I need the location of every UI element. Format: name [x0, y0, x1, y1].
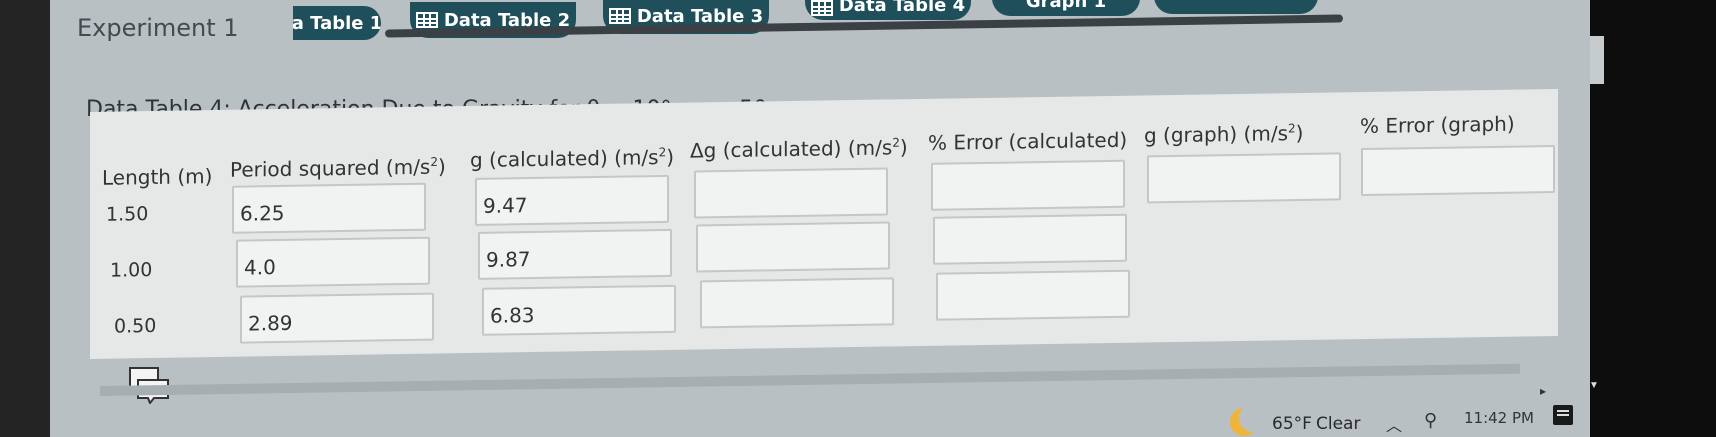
- error-calculated-input[interactable]: [931, 159, 1125, 211]
- scroll-right-arrow-icon[interactable]: ▸: [1540, 384, 1546, 398]
- weather-condition[interactable]: Clear: [1316, 414, 1360, 434]
- right-bezel: [1590, 0, 1716, 437]
- col-header-error-graph: % Error (graph): [1360, 111, 1515, 139]
- error-calculated-input[interactable]: [936, 269, 1130, 321]
- experiment-title: Experiment 1: [77, 14, 239, 42]
- row-length: 1.00: [110, 259, 153, 282]
- tab-label: Data Table 4: [838, 0, 966, 16]
- vertical-scrollbar-thumb[interactable]: [1590, 36, 1604, 84]
- table-icon: [608, 8, 631, 24]
- col-header-period-squared: Period squared (m/s2): [230, 154, 446, 182]
- row-length: 1.50: [106, 203, 149, 226]
- tab-graph-1[interactable]: Graph 1: [992, 0, 1140, 16]
- g-graph-input[interactable]: [1147, 152, 1341, 204]
- delta-g-calculated-input[interactable]: [700, 277, 894, 329]
- delta-g-calculated-input[interactable]: [696, 221, 890, 273]
- weather-moon-icon[interactable]: [1230, 404, 1267, 436]
- weather-temperature[interactable]: 65°F: [1272, 414, 1312, 434]
- chevron-up-icon[interactable]: ︿: [1386, 412, 1402, 436]
- network-icon[interactable]: ⚲: [1424, 410, 1437, 431]
- g-calculated-input[interactable]: 9.47: [475, 174, 669, 226]
- period-squared-input[interactable]: 4.0: [236, 236, 430, 288]
- tab-next[interactable]: [1154, 0, 1318, 14]
- row-length: 0.50: [114, 314, 157, 338]
- col-header-g-graph: g (graph) (m/s2): [1144, 120, 1304, 148]
- period-squared-input[interactable]: 6.25: [232, 182, 426, 234]
- notification-icon[interactable]: [1553, 405, 1573, 425]
- left-bezel: [0, 0, 50, 437]
- col-header-delta-g-calculated: Δg (calculated) (m/s2): [690, 135, 908, 163]
- taskbar-clock[interactable]: 11:42 PM: [1464, 409, 1534, 427]
- g-calculated-input[interactable]: 6.83: [482, 284, 676, 336]
- table-icon: [810, 0, 833, 16]
- col-header-length: Length (m): [102, 164, 213, 190]
- table-icon: [415, 12, 438, 28]
- error-calculated-input[interactable]: [933, 213, 1127, 265]
- tab-data-table-4[interactable]: Data Table 4: [805, 0, 971, 20]
- col-header-error-calculated: % Error (calculated): [928, 127, 1128, 155]
- tab-data-table-1[interactable]: a Table 1: [293, 6, 381, 40]
- col-header-g-calculated: g (calculated) (m/s2): [470, 144, 675, 173]
- tab-label: a Table 1: [293, 12, 381, 34]
- data-table-4: Length (m) Period squared (m/s2) g (calc…: [90, 88, 1558, 359]
- error-graph-input[interactable]: [1361, 144, 1555, 197]
- g-calculated-input[interactable]: 9.87: [478, 228, 672, 280]
- delta-g-calculated-input[interactable]: [694, 167, 888, 219]
- period-squared-input[interactable]: 2.89: [240, 292, 434, 344]
- tab-label: Graph 1: [1025, 0, 1107, 12]
- scroll-down-arrow-icon[interactable]: ▼: [1589, 380, 1599, 391]
